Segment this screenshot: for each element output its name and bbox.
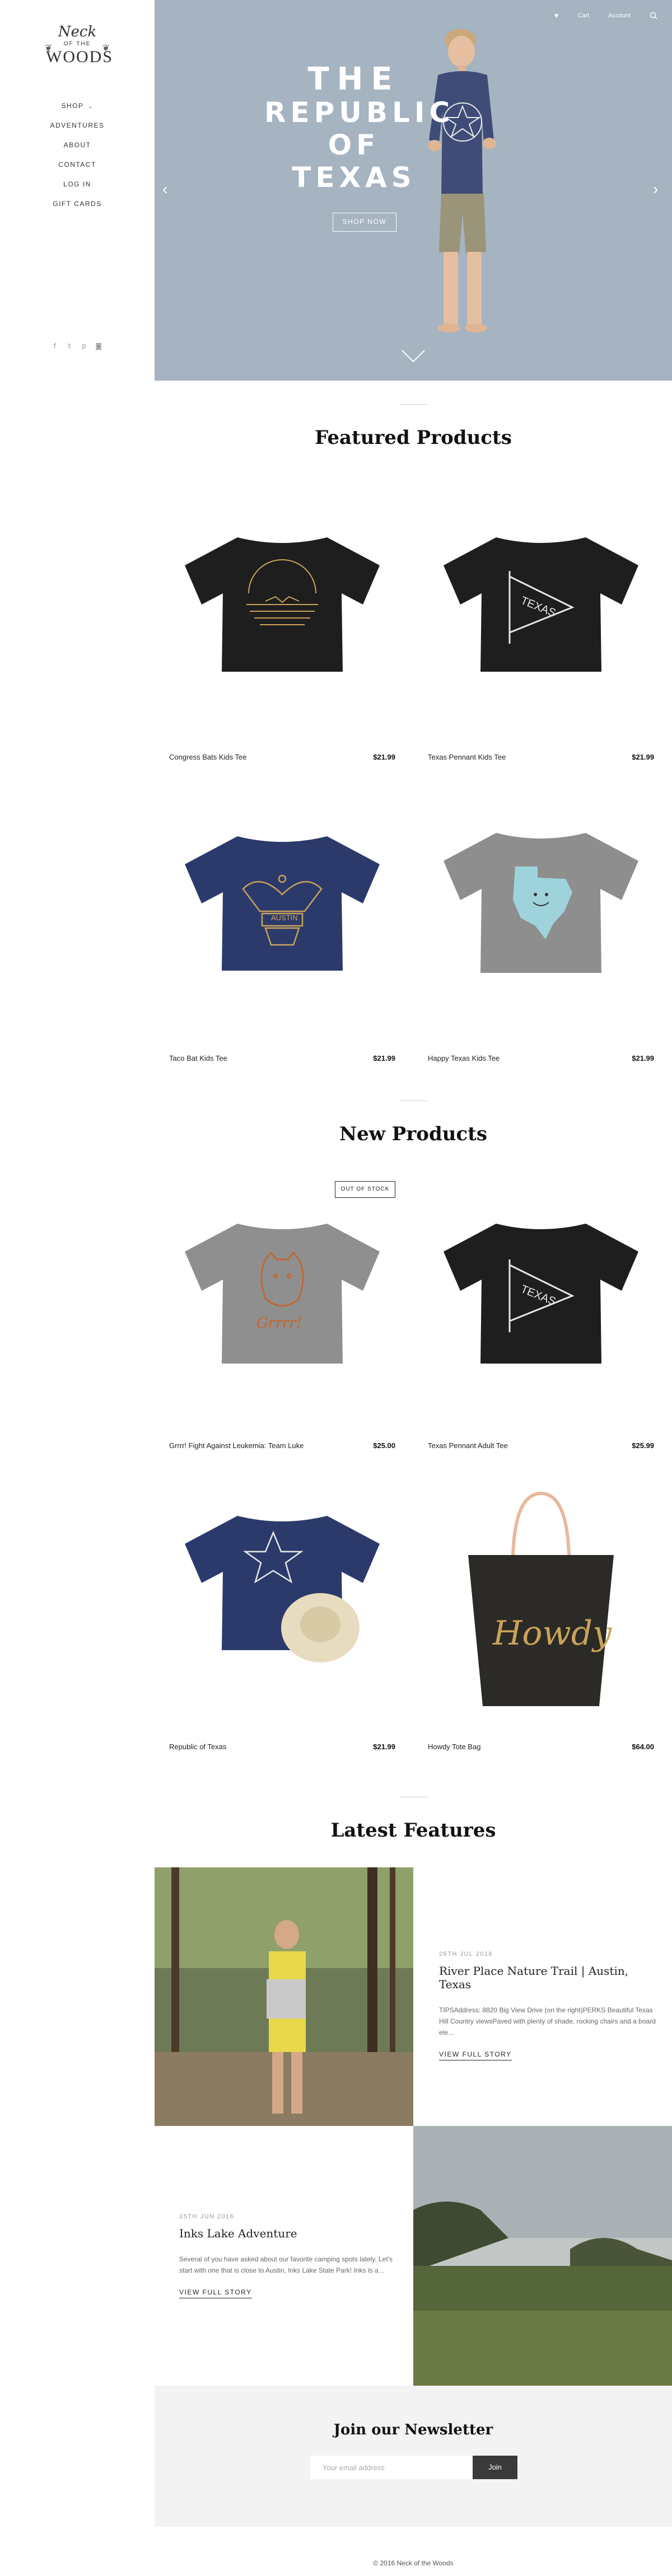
twitter-icon[interactable]: t — [65, 341, 74, 350]
product-image — [185, 1516, 380, 1662]
feature-title[interactable]: River Place Nature Trail | Austin, Texas — [439, 1964, 663, 1991]
product-card[interactable]: Grrrr! OUT OF STOCK Grrrr! Fight Against… — [167, 1181, 398, 1472]
social-links: f t p ◙ — [50, 341, 103, 350]
feature-excerpt: TIPSAddress: 8820 Big View Drive (on the… — [439, 2006, 656, 2036]
hero-title-line: OF — [328, 129, 380, 161]
logo-text-of-the: OF THE — [63, 41, 91, 47]
pinterest-icon[interactable]: p — [80, 341, 88, 350]
new-products-title: New Products — [339, 1123, 487, 1145]
newsletter-title: Join our Newsletter — [333, 2422, 493, 2438]
leaf-icon: ❦ — [102, 44, 110, 53]
latest-features-title: Latest Features — [330, 1819, 496, 1842]
product-image: TEXAS — [444, 537, 638, 672]
svg-text:AUSTIN: AUSTIN — [271, 914, 298, 922]
slider-next-icon[interactable]: › — [653, 181, 664, 197]
search-icon[interactable] — [650, 12, 657, 20]
product-price: $21.99 — [632, 753, 654, 761]
logo-text-woods: WOODS — [46, 48, 113, 66]
product-name[interactable]: Republic of Texas — [169, 1743, 226, 1751]
product-card[interactable]: Happy Texas Kids Tee $21.99 — [426, 794, 656, 1085]
newsletter-section: Join our Newsletter Join — [155, 2386, 672, 2527]
product-name[interactable]: Congress Bats Kids Tee — [169, 753, 247, 761]
brand-logo[interactable]: ❦ Neck OF THE WOODS ❦ — [45, 24, 113, 77]
product-name[interactable]: Taco Bat Kids Tee — [169, 1054, 227, 1062]
nav-item-label: SHOP — [61, 102, 84, 110]
product-name[interactable]: Grrrr! Fight Against Leukemia: Team Luke — [169, 1441, 304, 1450]
product-card[interactable]: Congress Bats Kids Tee $21.99 — [167, 493, 398, 784]
product-image — [444, 833, 638, 973]
hero-title: THE REPUBLIC OF TEXAS — [264, 61, 455, 194]
nav-item-adventures[interactable]: ADVENTURES — [0, 116, 155, 135]
nav-item-gift-cards[interactable]: GIFT CARDS — [0, 194, 155, 214]
product-card[interactable]: TEXAS Texas Pennant Adult Tee $25.99 — [426, 1181, 656, 1472]
product-image — [185, 537, 380, 672]
product-price: $25.99 — [632, 1441, 654, 1450]
newsletter-email-input[interactable] — [310, 2456, 473, 2479]
heart-icon[interactable]: ♥ — [554, 11, 559, 20]
chevron-down-icon: ⌄ — [88, 104, 94, 109]
newsletter-join-button[interactable]: Join — [473, 2456, 517, 2479]
svg-text:Howdy: Howdy — [492, 1614, 612, 1653]
view-full-story-link[interactable]: VIEW FULL STORY — [179, 2288, 252, 2298]
product-image: Grrrr! — [185, 1224, 380, 1364]
shop-now-button[interactable]: SHOP NOW — [333, 213, 396, 232]
feature-date: 26TH JUL 2016 — [439, 1951, 493, 1957]
product-name[interactable]: Texas Pennant Adult Tee — [428, 1441, 508, 1450]
product-price: $64.00 — [632, 1743, 654, 1751]
product-price: $21.99 — [632, 1054, 654, 1062]
facebook-icon[interactable]: f — [50, 341, 59, 350]
nav-item-about[interactable]: ABOUT — [0, 135, 155, 155]
product-image: TEXAS — [444, 1224, 638, 1364]
main-nav: SHOP ⌄ ADVENTURES ABOUT CONTACT LOG IN GI… — [0, 96, 155, 214]
section-divider — [399, 1100, 427, 1101]
feature-date: 15TH JUN 2016 — [179, 2213, 235, 2220]
product-card[interactable]: Howdy Howdy Tote Bag $64.00 — [426, 1482, 656, 1773]
cart-link[interactable]: Cart — [577, 12, 589, 19]
featured-products-title: Featured Products — [315, 427, 512, 449]
product-price: $21.99 — [373, 1743, 395, 1751]
product-name[interactable]: Happy Texas Kids Tee — [428, 1054, 500, 1062]
product-image: Howdy — [468, 1491, 614, 1706]
hero-title-line: REPUBLIC — [264, 96, 455, 129]
footer-copyright: © 2016 Neck of the Woods — [373, 2559, 454, 2567]
product-card[interactable]: Republic of Texas $21.99 — [167, 1482, 398, 1773]
feature-article: 26TH JUL 2016 River Place Nature Trail |… — [439, 1951, 663, 2060]
logo-text-neck: Neck — [58, 24, 97, 40]
nav-item-log-in[interactable]: LOG IN — [0, 175, 155, 194]
feature-article: 15TH JUN 2016 Inks Lake Adventure Severa… — [179, 2213, 403, 2298]
product-price: $21.99 — [373, 753, 395, 761]
slider-prev-icon[interactable]: ‹ — [162, 181, 174, 197]
product-name[interactable]: Texas Pennant Kids Tee — [428, 753, 506, 761]
account-link[interactable]: Account — [608, 12, 631, 19]
leaf-icon: ❦ — [45, 44, 53, 53]
top-nav: ♥ Cart Account — [554, 11, 657, 20]
product-name[interactable]: Howdy Tote Bag — [428, 1743, 480, 1751]
hero-title-line: TEXAS — [292, 161, 416, 194]
product-card[interactable]: AUSTIN Taco Bat Kids Tee $21.99 — [167, 794, 398, 1085]
feature-image-hike[interactable] — [155, 1867, 413, 2126]
nav-item-contact[interactable]: CONTACT — [0, 155, 155, 175]
feature-excerpt: Several of you have asked about our favo… — [179, 2255, 393, 2274]
hero-slider: ♥ Cart Account THE REPUBLIC OF TEXAS SHO… — [155, 0, 672, 381]
nav-item-shop[interactable]: SHOP ⌄ — [0, 96, 155, 116]
product-price: $21.99 — [373, 1054, 395, 1062]
product-image: AUSTIN — [185, 836, 380, 971]
product-price: $25.00 — [373, 1441, 395, 1450]
sidebar: ❦ Neck OF THE WOODS ❦ SHOP ⌄ ADVENTURES A… — [0, 0, 155, 381]
product-card[interactable]: TEXAS Texas Pennant Kids Tee $21.99 — [426, 493, 656, 784]
out-of-stock-badge: OUT OF STOCK — [335, 1181, 395, 1198]
hero-title-line: THE — [307, 61, 400, 97]
svg-text:Grrrr!: Grrrr! — [256, 1315, 302, 1332]
feature-title[interactable]: Inks Lake Adventure — [179, 2227, 403, 2240]
instagram-icon[interactable]: ◙ — [94, 341, 103, 350]
scroll-down-chevron-icon[interactable] — [401, 349, 426, 364]
section-divider — [399, 404, 427, 405]
feature-image-lake[interactable] — [413, 2126, 672, 2386]
view-full-story-link[interactable]: VIEW FULL STORY — [439, 2050, 512, 2060]
